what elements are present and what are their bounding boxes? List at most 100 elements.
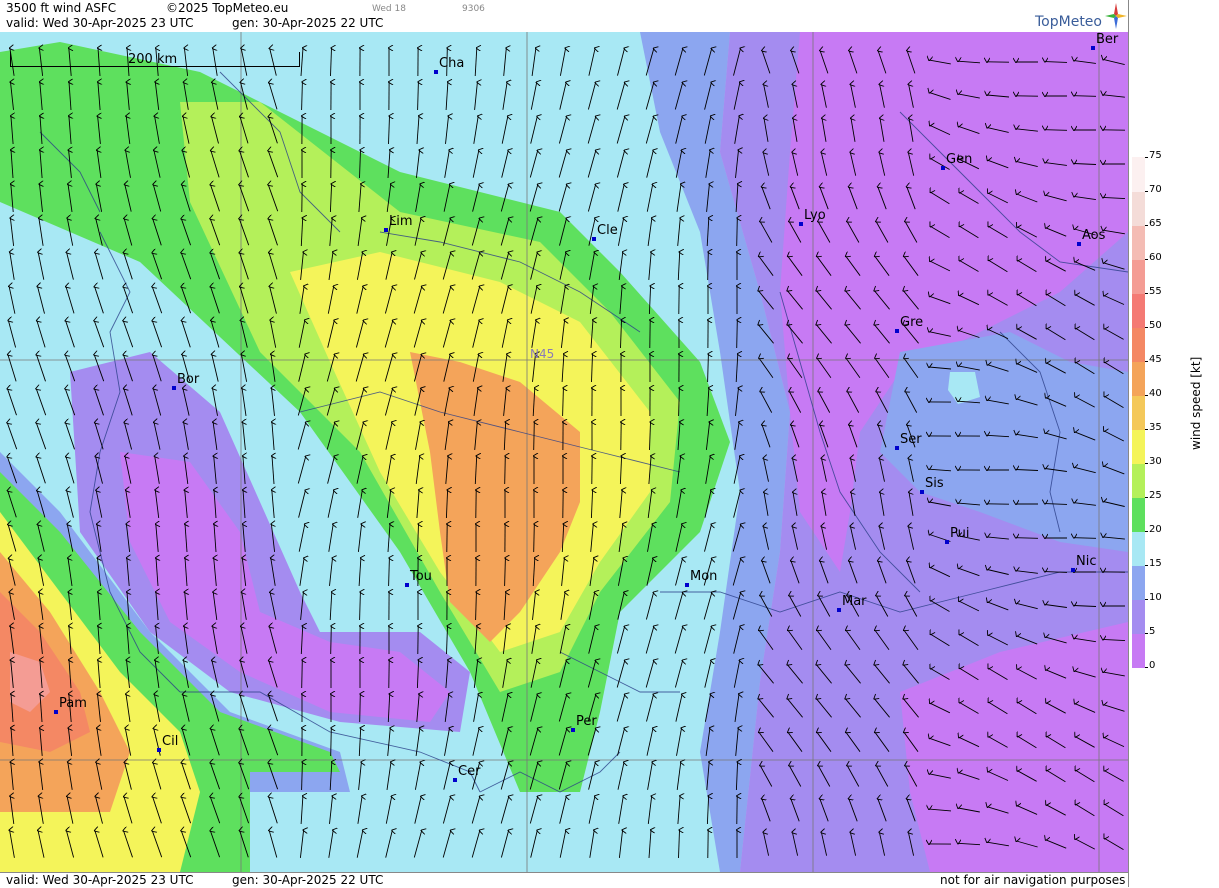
colorbar-tick-mark	[1145, 565, 1148, 566]
city-marker	[571, 728, 575, 732]
map-title: 3500 ft wind ASFC	[6, 1, 116, 15]
colorbar-tick-mark	[1145, 497, 1148, 498]
city-marker	[384, 228, 388, 232]
colorbar-tick-label: 35	[1149, 422, 1162, 433]
wind-arrow	[737, 320, 738, 348]
wind-arrow	[534, 524, 535, 552]
colorbar-segment	[1132, 157, 1145, 192]
colorbar-tick-mark	[1145, 429, 1148, 430]
colorbar-tick-mark	[1145, 531, 1148, 532]
city-marker	[1071, 568, 1075, 572]
city-label: Gre	[900, 315, 923, 330]
colorbar-segment	[1132, 395, 1145, 430]
city-label: Mon	[690, 569, 717, 584]
colorbar-tick-label: 55	[1149, 286, 1162, 297]
city-marker	[895, 446, 899, 450]
city-label: Cha	[439, 56, 464, 71]
colorbar-tick-mark	[1145, 191, 1148, 192]
city-label: Cil	[162, 734, 178, 749]
valid-time: valid: Wed 30-Apr-2025 23 UTC	[6, 16, 193, 30]
city-label: Tou	[410, 569, 432, 584]
colorbar-tick-label: 5	[1149, 626, 1155, 637]
scale-bar-label: 200 km	[128, 52, 177, 67]
colorbar-segment	[1132, 497, 1145, 532]
colorbar-tick-mark	[1145, 463, 1148, 464]
brand-name: TopMeteo	[1035, 14, 1102, 30]
colorbar-tick-mark	[1145, 395, 1148, 396]
colorbar-tick-label: 45	[1149, 354, 1162, 365]
navigation-disclaimer: not for air navigation purposes	[940, 873, 1125, 887]
city-marker	[54, 710, 58, 714]
colorbar-segment	[1132, 633, 1145, 668]
wind-arrow	[534, 422, 535, 450]
city-marker	[157, 748, 161, 752]
colorbar-tick-mark	[1145, 361, 1148, 362]
wind-map[interactable]: 200 km N45 ChaBerGenLimCleLyoAosGreBorSe…	[0, 32, 1128, 872]
city-marker	[1091, 46, 1095, 50]
colorbar-tick-mark	[1145, 293, 1148, 294]
wind-arrow	[1016, 538, 1038, 539]
colorbar-tick-mark	[1145, 599, 1148, 600]
wind-arrow	[331, 728, 332, 756]
city-label: Gen	[946, 152, 972, 167]
colorbar-tick-mark	[1145, 157, 1148, 158]
colorbar-segment	[1132, 361, 1145, 396]
colorbar-tick-label: 75	[1149, 150, 1162, 161]
wind-arrow	[1074, 96, 1096, 97]
city-marker	[837, 608, 841, 612]
wind-arrow	[1045, 130, 1067, 131]
colorbar-tick-label: 0	[1149, 660, 1155, 671]
colorbar-segment	[1132, 531, 1145, 566]
footer-generated-time: gen: 30-Apr-2025 22 UTC	[232, 873, 383, 887]
colorbar-tick-mark	[1145, 633, 1148, 634]
colorbar-tick-mark	[1145, 327, 1148, 328]
wind-arrow	[360, 694, 361, 722]
colorbar-segment	[1132, 259, 1145, 294]
colorbar-segment	[1132, 463, 1145, 498]
colorbar-tick-mark	[1145, 259, 1148, 260]
city-label: Pam	[59, 696, 87, 711]
city-label: Cle	[597, 223, 618, 238]
city-label: Cer	[458, 764, 480, 779]
colorbar-tick-label: 25	[1149, 490, 1162, 501]
city-label: Aos	[1082, 228, 1105, 243]
wind-arrow	[505, 456, 506, 484]
footer-valid-time: valid: Wed 30-Apr-2025 23 UTC	[6, 873, 193, 887]
colorbar-segment	[1132, 225, 1145, 260]
colorbar-segment	[1132, 293, 1145, 328]
latitude-label: N45	[530, 347, 554, 361]
city-label: Pui	[950, 526, 969, 541]
wind-arrow	[708, 252, 709, 280]
colorbar-tick-label: 40	[1149, 388, 1162, 399]
city-marker	[920, 490, 924, 494]
generated-time: gen: 30-Apr-2025 22 UTC	[232, 16, 383, 30]
colorbar-tick-label: 30	[1149, 456, 1162, 467]
city-marker	[172, 386, 176, 390]
colorbar-tick-label: 70	[1149, 184, 1162, 195]
city-label: Mar	[842, 594, 867, 609]
map-footer: valid: Wed 30-Apr-2025 23 UTC gen: 30-Ap…	[0, 872, 1128, 888]
colorbar-tick-label: 15	[1149, 558, 1162, 569]
legend-panel: 051015202530354045505560657075 wind spee…	[1128, 0, 1219, 887]
city-label: Ser	[900, 432, 922, 447]
map-header: 3500 ft wind ASFC ©2025 TopMeteo.eu Wed …	[0, 0, 1128, 32]
city-marker	[685, 583, 689, 587]
city-marker	[941, 166, 945, 170]
city-label: Nic	[1076, 554, 1096, 569]
colorbar-segment	[1132, 599, 1145, 634]
colorbar-tick-label: 60	[1149, 252, 1162, 263]
city-label: Ber	[1096, 32, 1118, 47]
city-marker	[1077, 242, 1081, 246]
city-marker	[592, 237, 596, 241]
colorbar-segment	[1132, 565, 1145, 600]
colorbar-segment	[1132, 327, 1145, 362]
city-marker	[434, 70, 438, 74]
wind-arrow	[1074, 538, 1096, 539]
wind-arrow	[737, 218, 738, 246]
colorbar-tick-label: 10	[1149, 592, 1162, 603]
city-label: Bor	[177, 372, 199, 387]
wind-arrow	[302, 660, 303, 688]
city-marker	[405, 583, 409, 587]
colorbar-tick-label: 20	[1149, 524, 1162, 535]
colorbar-tick-mark	[1145, 667, 1148, 668]
